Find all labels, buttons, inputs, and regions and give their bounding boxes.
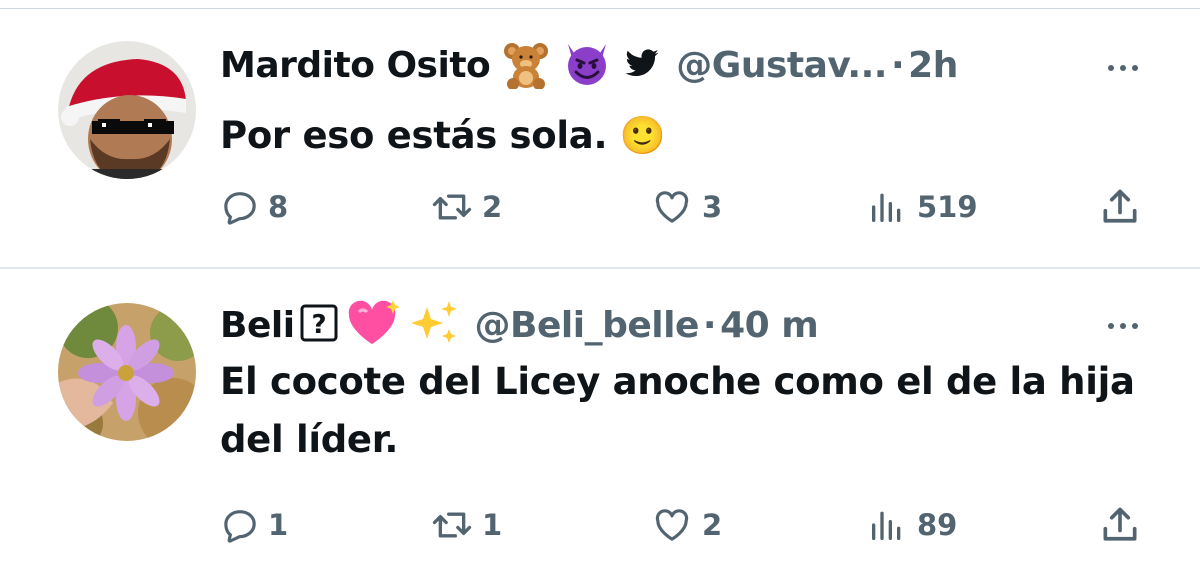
share-icon: [1103, 507, 1137, 541]
reply-count: 1: [268, 508, 289, 542]
views-button[interactable]: 89: [865, 505, 957, 545]
retweet-count: 1: [482, 508, 503, 542]
heart-icon: [655, 509, 689, 541]
user-handle[interactable]: @Gustav...: [676, 45, 887, 86]
views-button[interactable]: 519: [865, 187, 978, 227]
more-options-icon[interactable]: [1108, 323, 1138, 329]
view-count: 519: [917, 190, 978, 224]
separator-dot: ·: [702, 304, 717, 346]
tweet-header: Beli ? @Beli_belle · 40 m: [220, 295, 819, 355]
unknown-character-icon: ?: [299, 303, 339, 347]
like-button[interactable]: 3: [650, 187, 722, 227]
tweet-text: El cocote del Licey anoche como el de la…: [220, 353, 1140, 469]
tweet-text-content: El cocote del Licey anoche como el de la…: [220, 360, 1135, 461]
views-icon: [872, 193, 901, 222]
tweet-text: Por eso estás sola. 🙂: [220, 107, 1140, 165]
tweet-actions: 1 1 2 89: [220, 505, 1140, 545]
user-handle[interactable]: @Beli_belle: [475, 305, 700, 346]
display-name[interactable]: Beli: [220, 305, 295, 346]
retweet-icon: [432, 512, 472, 538]
avatar[interactable]: [58, 303, 196, 441]
sparkling-heart-icon: [345, 298, 400, 352]
heart-icon: [655, 191, 689, 223]
separator-dot: ·: [890, 44, 905, 86]
retweet-count: 2: [482, 190, 503, 224]
views-icon: [872, 511, 901, 540]
sparkles-icon: [409, 297, 461, 353]
tweet-1[interactable]: Mardito Osito @Gustav... · 2h Por eso es…: [0, 9, 1200, 267]
twitter-bird-icon: [622, 45, 662, 85]
timestamp[interactable]: 2h: [908, 45, 958, 86]
avatar[interactable]: [58, 41, 196, 179]
view-count: 89: [917, 508, 958, 542]
reply-icon: [224, 192, 256, 225]
retweet-button[interactable]: 2: [430, 187, 502, 227]
like-button[interactable]: 2: [650, 505, 722, 545]
like-count: 2: [702, 508, 723, 542]
tweet-actions: 8 2 3 519: [220, 187, 1140, 227]
tweet-2[interactable]: Beli ? @Beli_belle · 40 m El cocote del …: [0, 269, 1200, 571]
display-name[interactable]: Mardito Osito: [220, 45, 491, 86]
unknown-character-glyph: ?: [311, 310, 326, 340]
like-count: 3: [702, 190, 723, 224]
reply-icon: [224, 510, 256, 543]
timestamp[interactable]: 40 m: [720, 305, 819, 346]
reply-count: 8: [268, 190, 289, 224]
teddy-bear-icon: [500, 37, 552, 93]
reply-button[interactable]: 1: [220, 505, 288, 545]
more-options-icon[interactable]: [1108, 65, 1138, 71]
retweet-button[interactable]: 1: [430, 505, 502, 545]
smiling-devil-icon: [562, 38, 612, 92]
share-button[interactable]: [1098, 505, 1150, 545]
tweet-header: Mardito Osito @Gustav... · 2h: [220, 35, 958, 95]
reply-button[interactable]: 8: [220, 187, 288, 227]
tweet-text-content: Por eso estás sola. 🙂: [220, 114, 666, 157]
share-button[interactable]: [1098, 187, 1150, 227]
retweet-icon: [432, 194, 472, 220]
share-icon: [1103, 189, 1137, 223]
